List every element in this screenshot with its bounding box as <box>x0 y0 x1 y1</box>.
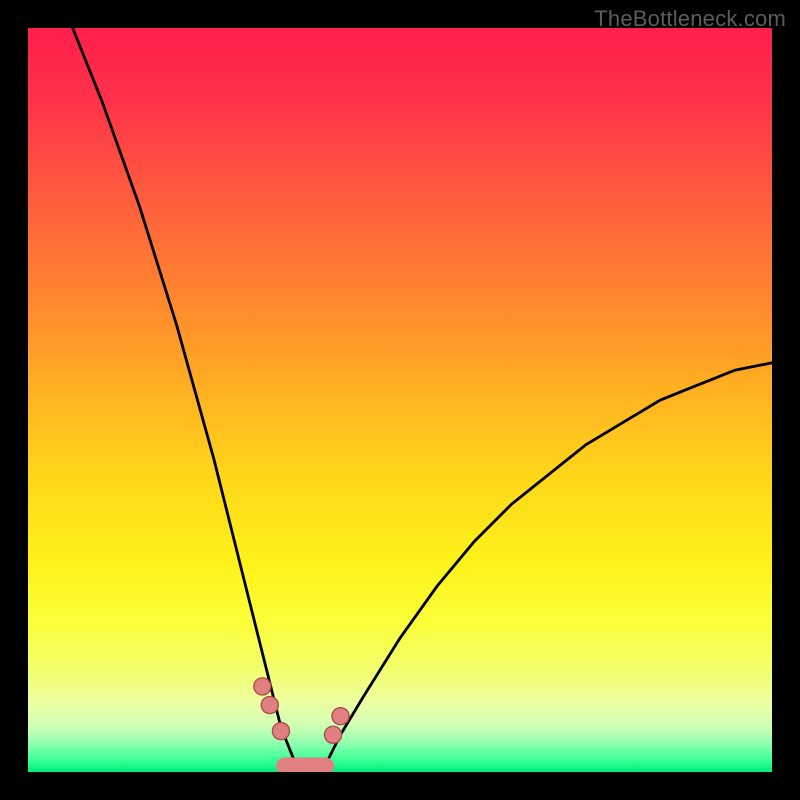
plot-area <box>28 28 772 772</box>
curve-marker <box>272 723 289 740</box>
curve-marker <box>261 696 278 713</box>
bottleneck-curve <box>28 28 772 772</box>
watermark-text: TheBottleneck.com <box>594 6 786 32</box>
outer-frame: TheBottleneck.com <box>0 0 800 800</box>
curve-marker <box>332 708 349 725</box>
curve-marker <box>254 678 271 695</box>
curve-marker <box>324 726 341 743</box>
